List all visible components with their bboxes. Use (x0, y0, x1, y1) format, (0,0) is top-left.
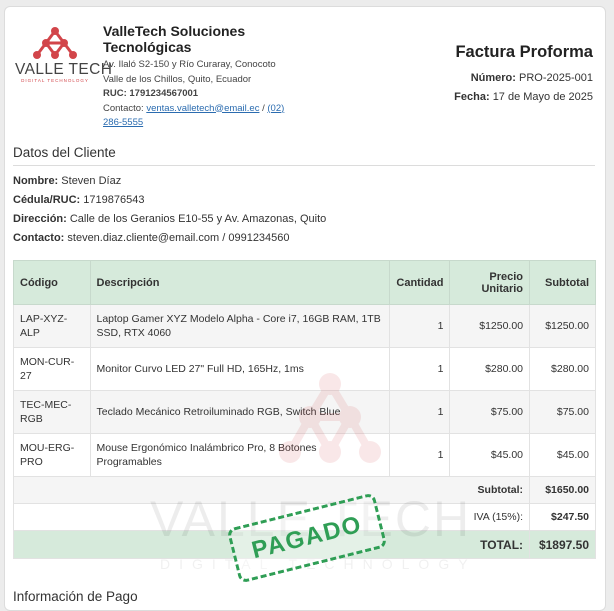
item-subtotal: $45.00 (529, 433, 596, 477)
item-code: MOU-ERG-PRO (13, 433, 91, 477)
company-ruc-value: 1791234567001 (129, 88, 199, 99)
customer-name-label: Nombre: (13, 175, 59, 187)
item-description: Teclado Mecánico Retroiluminado RGB, Swi… (89, 390, 391, 434)
item-quantity: 1 (389, 390, 451, 434)
subtotal-row: Subtotal: $1650.00 (12, 476, 596, 504)
company-email-link[interactable]: ventas.valletech@email.ec (146, 103, 259, 114)
item-description: Laptop Gamer XYZ Modelo Alpha - Core i7,… (89, 304, 391, 348)
invoice-number: Número: PRO-2025-001 (454, 69, 593, 88)
item-subtotal: $280.00 (529, 347, 596, 391)
item-unit-price: $75.00 (449, 390, 531, 434)
molecule-logo-icon (33, 27, 77, 59)
company-name: ValleTech Soluciones Tecnológicas (103, 23, 246, 55)
item-code: MON-CUR-27 (13, 347, 91, 391)
item-quantity: 1 (389, 433, 451, 477)
section-divider (13, 165, 595, 166)
table-row: MOU-ERG-PRO Mouse Ergonómico Inalámbrico… (13, 433, 596, 477)
customer-id-label: Cédula/RUC: (13, 194, 81, 206)
contact-separator: / (262, 102, 265, 114)
header-quantity: Cantidad (389, 260, 451, 305)
item-subtotal: $1250.00 (529, 304, 596, 348)
company-address-line1: Av. Ilaló S2-150 y Río Curaray, Conocoto (103, 59, 276, 70)
customer-contact-value: steven.diaz.cliente@email.com / 09912345… (67, 232, 290, 244)
subtotal-value: $1650.00 (529, 476, 596, 504)
invoice-number-value: PRO-2025-001 (519, 72, 593, 84)
customer-address-value: Calle de los Geranios E10-55 y Av. Amazo… (69, 213, 327, 225)
customer-details: Nombre: Steven Díaz Cédula/RUC: 17198765… (13, 172, 326, 248)
customer-contact-label: Contacto: (13, 232, 65, 244)
table-row: MON-CUR-27 Monitor Curvo LED 27" Full HD… (13, 347, 596, 391)
customer-contact-row: Contacto: steven.diaz.cliente@email.com … (13, 229, 326, 248)
company-ruc: RUC: 1791234567001 (103, 87, 303, 102)
header-subtotal: Subtotal (529, 260, 596, 305)
customer-id-row: Cédula/RUC: 1719876543 (13, 191, 326, 210)
invoice-page: VALLE TECH DIGITAL TECHNOLOGY ValleTech … (4, 6, 606, 611)
company-contact-label: Contacto: (103, 102, 144, 114)
invoice-title: Factura Proforma (455, 43, 593, 61)
invoice-date-value: 17 de Mayo de 2025 (492, 91, 593, 103)
company-ruc-label: RUC: (103, 88, 127, 99)
item-unit-price: $1250.00 (449, 304, 531, 348)
invoice-meta: Factura Proforma Número: PRO-2025-001 Fe… (454, 43, 593, 107)
header-description: Descripción (89, 260, 391, 305)
logo-subtitle: DIGITAL TECHNOLOGY (21, 78, 89, 83)
item-description: Monitor Curvo LED 27" Full HD, 165Hz, 1m… (89, 347, 391, 391)
customer-address-row: Dirección: Calle de los Geranios E10-55 … (13, 210, 326, 229)
item-unit-price: $280.00 (449, 347, 531, 391)
header-unit-price: Precio Unitario (449, 260, 531, 305)
company-contact: Contacto: ventas.valletech@email.ec / (0… (103, 102, 303, 131)
invoice-number-label: Número: (470, 72, 516, 84)
logo-text: VALLE TECH (15, 61, 113, 78)
subtotal-label: Subtotal: (12, 476, 530, 504)
item-unit-price: $45.00 (449, 433, 531, 477)
item-subtotal: $75.00 (529, 390, 596, 434)
customer-section-title: Datos del Cliente (13, 145, 116, 160)
invoice-header: VALLE TECH DIGITAL TECHNOLOGY ValleTech … (13, 21, 595, 133)
customer-name-row: Nombre: Steven Díaz (13, 172, 326, 191)
item-quantity: 1 (389, 347, 451, 391)
company-address-line2: Valle de los Chillos, Quito, Ecuador (103, 73, 252, 85)
header-code: Código (13, 260, 91, 305)
payment-section-title: Información de Pago (13, 589, 138, 604)
invoice-date-label: Fecha: (454, 91, 490, 103)
company-logo: VALLE TECH DIGITAL TECHNOLOGY (15, 27, 113, 83)
item-code: LAP-XYZ-ALP (13, 304, 91, 348)
table-row: LAP-XYZ-ALP Laptop Gamer XYZ Modelo Alph… (13, 304, 596, 348)
customer-id-value: 1719876543 (83, 194, 145, 206)
item-code: TEC-MEC-RGB (13, 390, 91, 434)
company-info: ValleTech Soluciones Tecnológicas Av. Il… (103, 23, 303, 131)
invoice-date: Fecha: 17 de Mayo de 2025 (454, 88, 593, 107)
table-row: TEC-MEC-RGB Teclado Mecánico Retroilumin… (13, 390, 596, 434)
item-description: Mouse Ergonómico Inalámbrico Pro, 8 Boto… (89, 433, 391, 477)
customer-address-label: Dirección: (13, 213, 67, 225)
tax-value: $247.50 (529, 503, 596, 531)
table-header-row: Código Descripción Cantidad Precio Unita… (13, 260, 596, 305)
customer-name-value: Steven Díaz (61, 175, 122, 187)
total-value: $1897.50 (529, 530, 596, 559)
item-quantity: 1 (389, 304, 451, 348)
